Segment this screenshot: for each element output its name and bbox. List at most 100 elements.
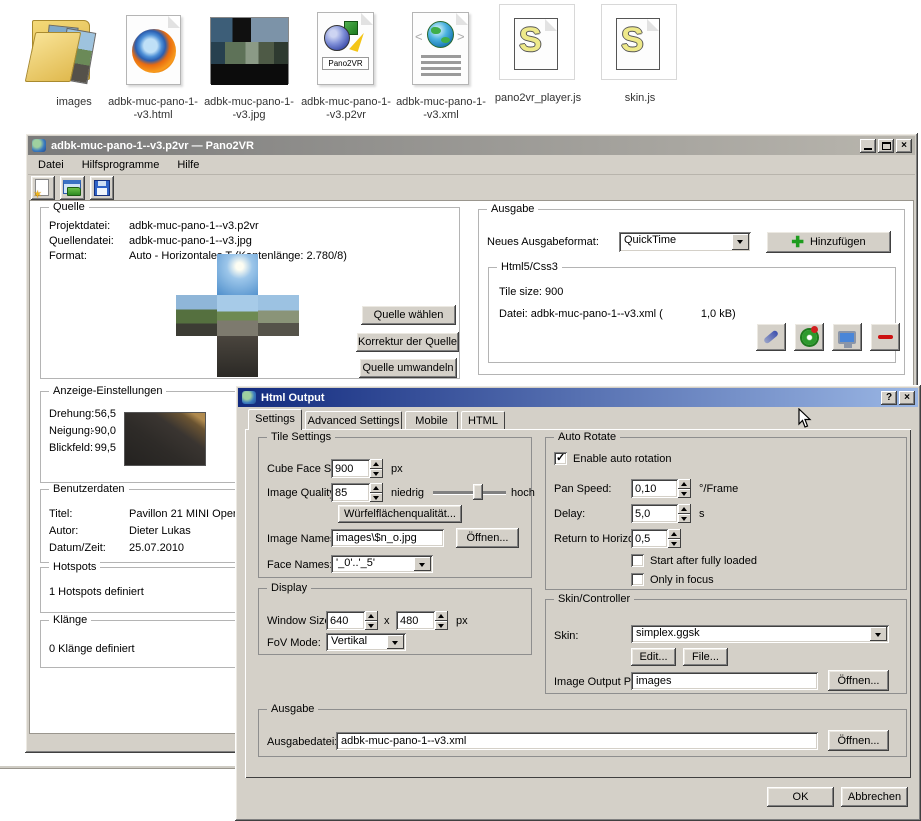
menu-hilfe[interactable]: Hilfe [177,159,199,171]
desktop-icon-player-js[interactable]: S pano2vr_player.js [490,4,585,114]
preview-output-button[interactable] [832,323,862,351]
only-in-focus-checkbox[interactable] [631,573,644,586]
quality-slider-handle[interactable] [473,484,483,500]
minimize-button[interactable] [860,139,876,153]
quelle-waehlen-button[interactable]: Quelle wählen [361,305,456,325]
image-names-oeffnen-button[interactable]: Öffnen... [456,528,519,548]
spin-down[interactable] [678,489,691,499]
tab-settings[interactable]: Settings [248,409,302,430]
window-width-input[interactable] [326,611,365,630]
return-to-horizon-input[interactable] [631,529,668,548]
cube-face-size-spinner[interactable] [331,459,383,478]
face-names-dropdown[interactable]: '_0'..'_5' [331,555,433,573]
image-names-input[interactable] [331,529,444,547]
pan-speed-label: Pan Speed: [554,483,612,495]
ausgabedatei-input[interactable] [336,732,818,750]
icon-label: adbk-muc-pano-1--v3.jpg [203,96,295,122]
quality-slider-track[interactable] [433,491,506,494]
html-output-dialog: Html Output ? × Settings Advanced Settin… [235,385,921,821]
return-to-horizon-spinner[interactable] [631,529,681,548]
spin-up[interactable] [678,479,691,489]
spin-down[interactable] [435,621,448,631]
edit-output-settings-button[interactable] [756,323,786,351]
chevron-down-icon[interactable] [414,557,431,571]
generate-output-button[interactable] [794,323,824,351]
spin-down[interactable] [370,493,383,503]
spin-up[interactable] [678,504,691,514]
korrektur-der-quelle-button[interactable]: Korrektur der Quelle [356,332,459,352]
dialog-title: Html Output [261,392,325,404]
window-width-spinner[interactable] [326,611,378,630]
pano2vr-sphere [324,25,350,51]
maximize-button[interactable] [878,139,894,153]
spin-up[interactable] [365,611,378,621]
quellendatei-value: adbk-muc-pano-1--v3.jpg [129,235,252,247]
spin-up[interactable] [370,459,383,469]
save-project-button[interactable] [90,176,114,200]
skin-dropdown[interactable]: simplex.ggsk [631,625,889,643]
desktop-icon-jpg[interactable]: adbk-muc-pano-1--v3.jpg [203,8,295,118]
quelle-umwandeln-button[interactable]: Quelle umwandeln [359,358,457,378]
spin-down[interactable] [668,539,681,549]
ok-button[interactable]: OK [767,787,834,807]
pan-speed-spinner[interactable] [631,479,691,498]
minus-icon [878,335,893,339]
image-output-oeffnen-button[interactable]: Öffnen... [828,670,889,691]
ausgabeformat-dropdown[interactable]: QuickTime [619,232,751,252]
spin-up[interactable] [370,483,383,493]
desktop-icon-skin-js[interactable]: S skin.js [592,4,687,114]
window-height-input[interactable] [396,611,435,630]
cube-face-size-input[interactable] [331,459,370,478]
cube-face-right [258,295,299,336]
tab-advanced-settings[interactable]: Advanced Settings [305,411,402,429]
spin-up[interactable] [668,529,681,539]
wuerfelflaechenqualitaet-button[interactable]: Würfelflächenqualität... [338,505,462,523]
tab-mobile[interactable]: Mobile [405,411,458,429]
main-title-bar[interactable]: adbk-muc-pano-1--v3.p2vr — Pano2VR × [28,136,915,155]
open-project-button[interactable] [60,176,85,200]
chevron-down-icon[interactable] [732,234,749,250]
delay-spinner[interactable] [631,504,691,523]
dialog-close-button[interactable]: × [899,391,915,405]
enable-auto-rotation-checkbox[interactable] [554,452,567,465]
spin-down[interactable] [370,469,383,479]
display-legend: Display [267,582,311,594]
window-height-spinner[interactable] [396,611,448,630]
chevron-down-icon[interactable] [387,635,404,649]
pan-speed-input[interactable] [631,479,678,498]
tab-html[interactable]: HTML [461,411,505,429]
close-button[interactable]: × [896,139,912,153]
benutzerdaten-legend: Benutzerdaten [49,483,129,495]
spin-down[interactable] [678,514,691,524]
html5-css3-groupbox: Html5/Css3 Tile size: 900 Datei: adbk-mu… [488,267,896,363]
image-quality-spinner[interactable] [331,483,383,502]
klaenge-text: 0 Klänge definiert [49,643,135,655]
neigung-value: -90,0 [86,425,116,437]
desktop-icon-html[interactable]: adbk-muc-pano-1--v3.html [107,8,199,118]
new-project-button[interactable]: ✶ [31,176,55,200]
quality-high-label: hoch [511,487,535,499]
fov-mode-value: Vertikal [326,633,385,651]
image-output-path-input[interactable] [631,672,818,690]
chevron-down-icon[interactable] [870,627,887,641]
menu-datei[interactable]: Datei [38,159,64,171]
remove-output-button[interactable] [870,323,900,351]
hinzufuegen-button[interactable]: ✚ Hinzufügen [766,231,891,253]
spin-down[interactable] [365,621,378,631]
ausgabedatei-oeffnen-button[interactable]: Öffnen... [828,730,889,751]
menu-hilfsprogramme[interactable]: Hilfsprogramme [82,159,160,171]
start-after-fully-loaded-checkbox[interactable] [631,554,644,567]
skin-file-button[interactable]: File... [683,648,728,666]
skin-edit-button[interactable]: Edit... [631,648,676,666]
image-quality-input[interactable] [331,483,370,502]
desktop-icon-p2vr[interactable]: Pano2VR adbk-muc-pano-1--v3.p2vr [300,8,392,118]
delay-label: Delay: [554,508,585,520]
desktop-icon-xml[interactable]: < > adbk-muc-pano-1--v3.xml [395,8,487,118]
main-menu-bar: Datei Hilfsprogramme Hilfe [28,155,915,175]
help-button[interactable]: ? [881,391,897,405]
dialog-title-bar[interactable]: Html Output ? × [238,388,918,407]
delay-input[interactable] [631,504,678,523]
abbrechen-button[interactable]: Abbrechen [841,787,908,807]
fov-mode-dropdown[interactable]: Vertikal [326,633,406,651]
spin-up[interactable] [435,611,448,621]
